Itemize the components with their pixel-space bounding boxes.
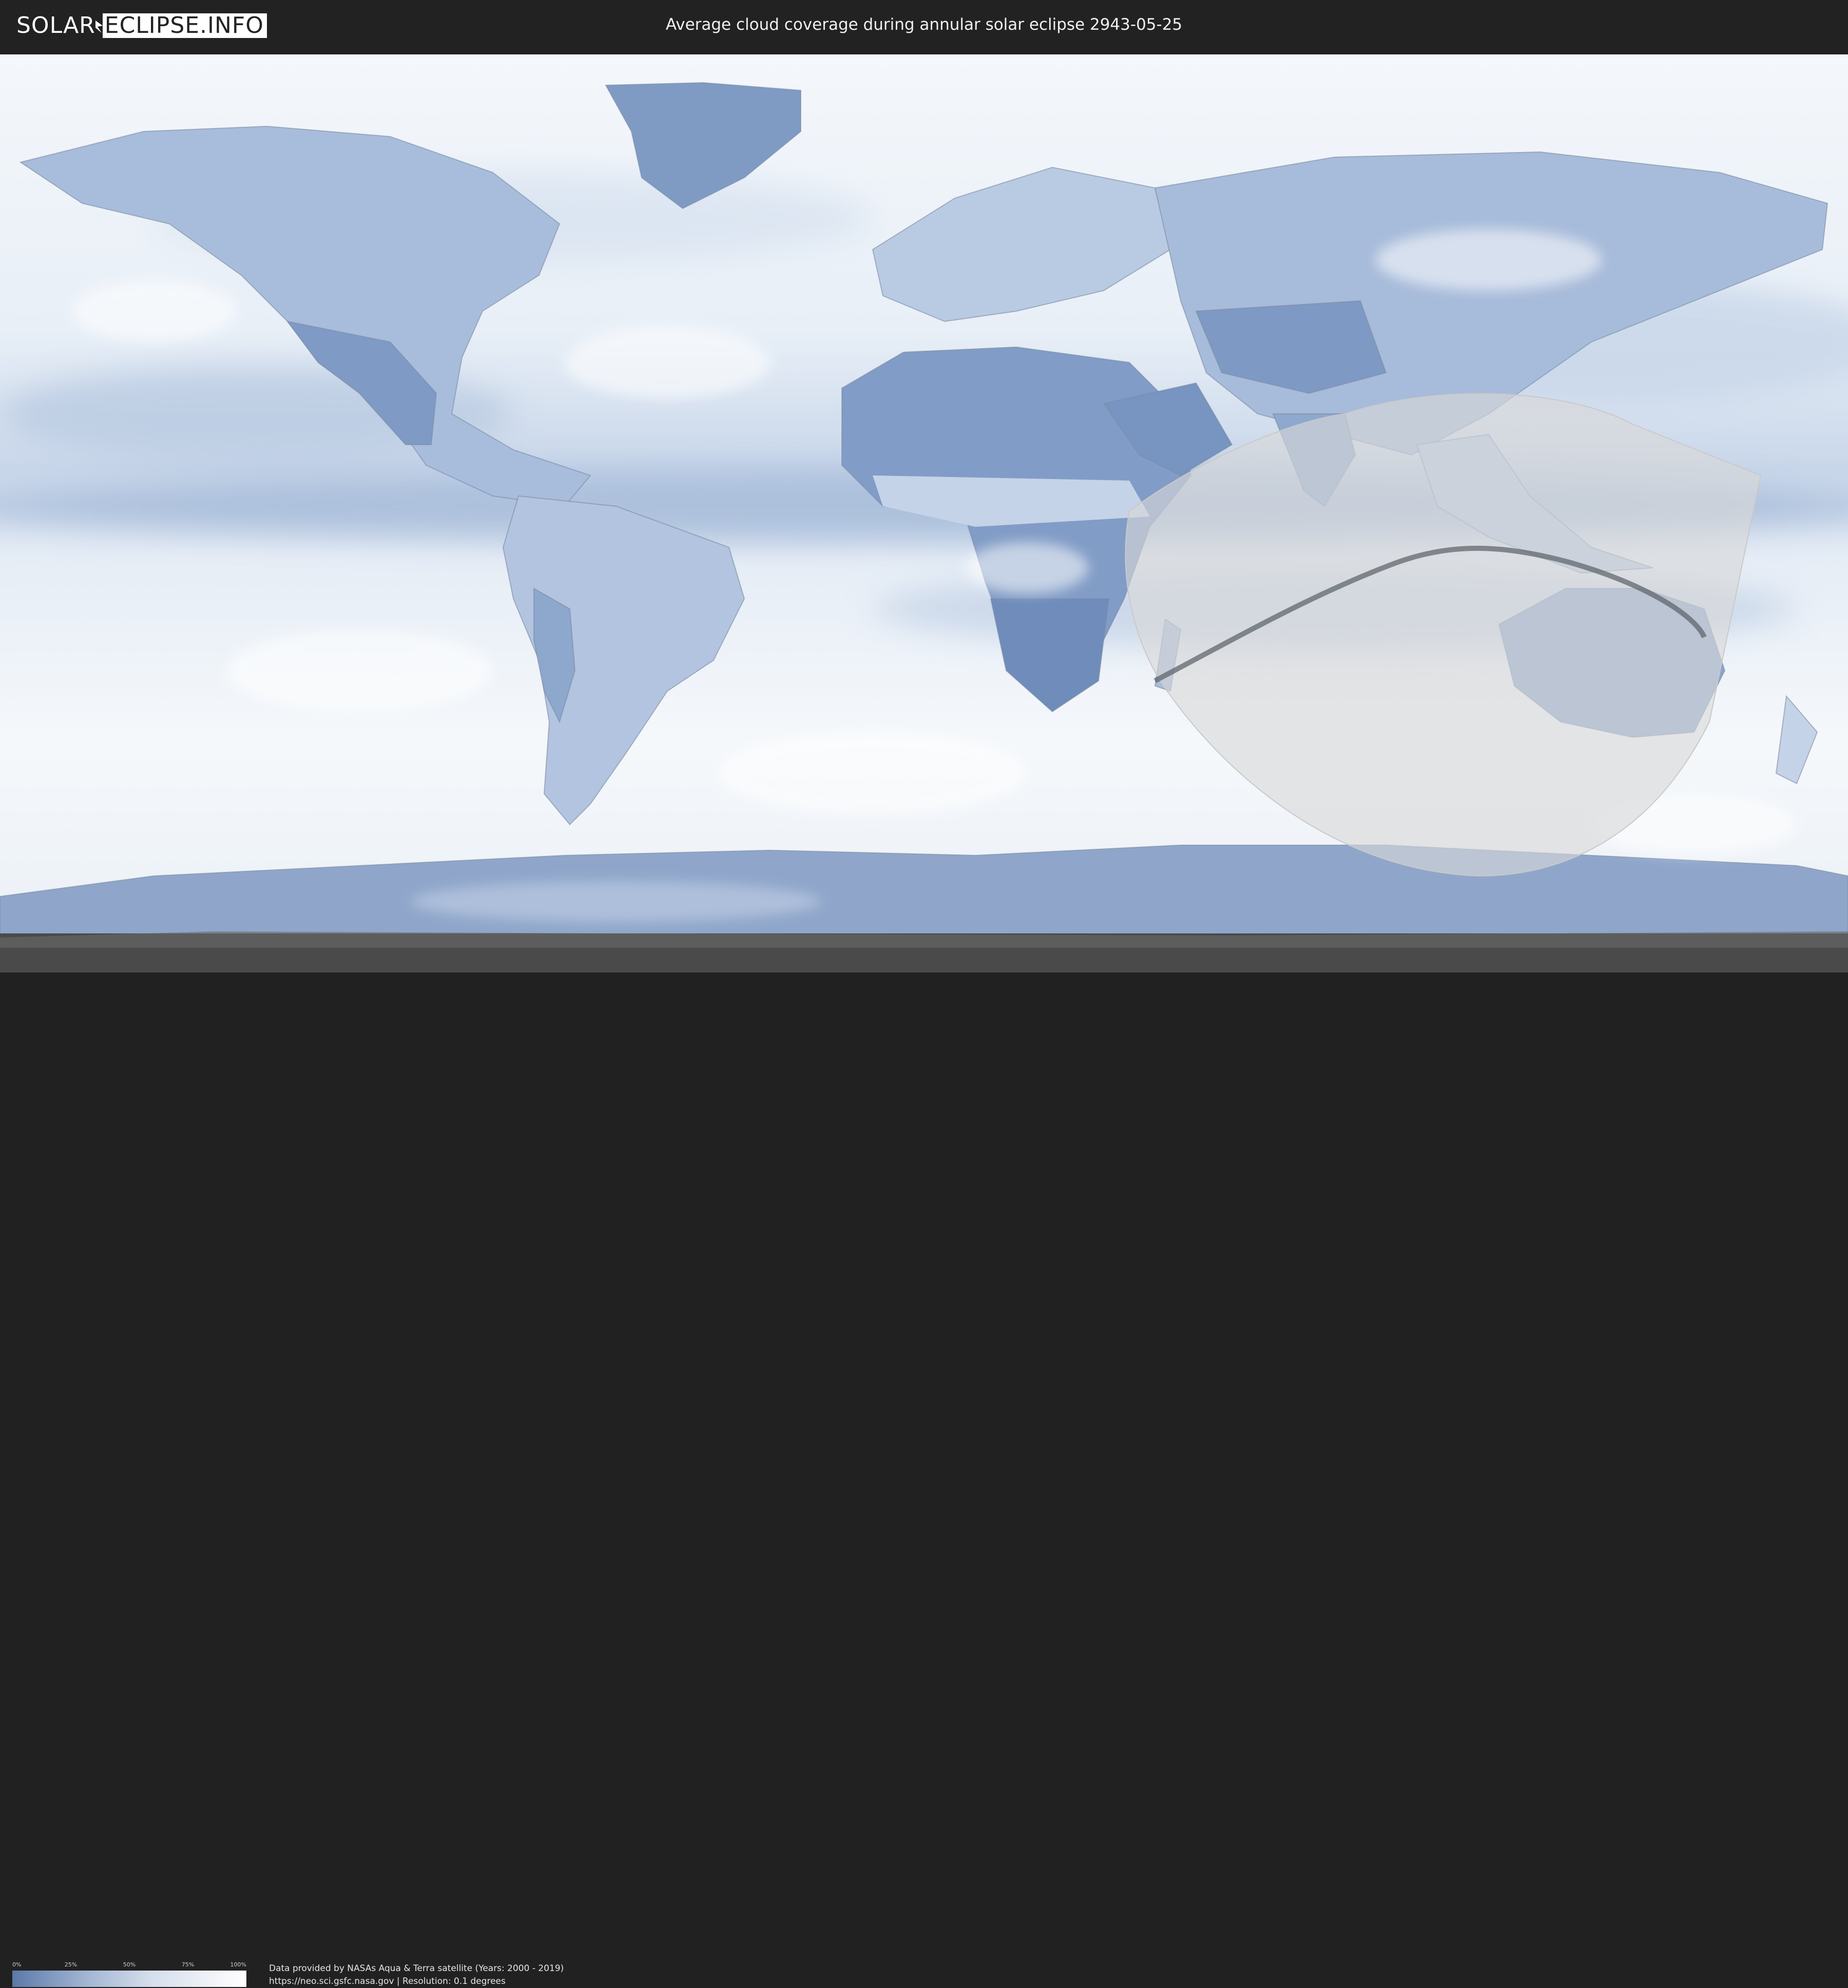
legend-tick-25: 25% [64,1961,78,1968]
header-bar: SOLAR ECLIPSE.INFO Average cloud coverag… [0,0,1848,51]
cloud-coverage-map[interactable] [0,54,1848,972]
cloud-coverage-legend: 0% 25% 50% 75% 100% [12,1961,246,1987]
data-source-line1: Data provided by NASAs Aqua & Terra sate… [269,1963,564,1974]
legend-ticks: 0% 25% 50% 75% 100% [12,1961,246,1970]
legend-gradient-bar [12,1971,246,1987]
legend-tick-50: 50% [123,1961,136,1968]
legend-tick-0: 0% [12,1961,22,1968]
data-source: Data provided by NASAs Aqua & Terra sate… [269,1962,564,1988]
page-title: Average cloud coverage during annular so… [665,15,1183,34]
data-source-link[interactable]: https://neo.sci.gsfc.nasa.gov | Resoluti… [269,1975,564,1988]
legend-tick-75: 75% [181,1961,195,1968]
legend-tick-100: 100% [230,1961,246,1968]
footer-bar: 0% 25% 50% 75% 100% Data provided by NAS… [0,974,1848,1987]
